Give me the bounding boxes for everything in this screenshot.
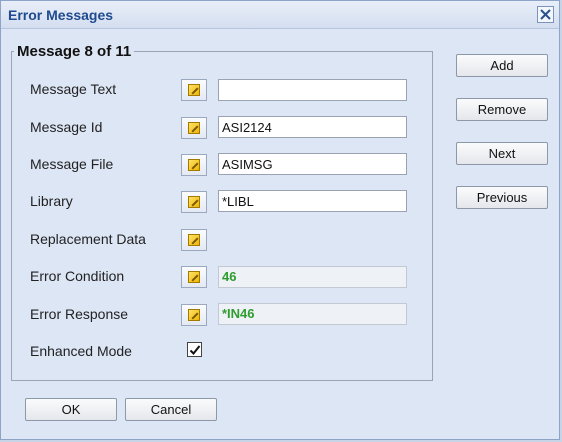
- prompt-icon: [188, 84, 200, 96]
- remove-button[interactable]: Remove: [456, 98, 548, 121]
- prompt-icon: [188, 309, 200, 321]
- error-response-label: Error Response: [30, 306, 129, 322]
- message-text-input[interactable]: [218, 79, 407, 101]
- replacement-data-label: Replacement Data: [30, 231, 146, 247]
- prompt-icon: [188, 271, 200, 283]
- library-input[interactable]: [218, 190, 407, 212]
- error-condition-value: 46: [218, 266, 407, 288]
- close-button[interactable]: [537, 6, 554, 23]
- prompt-icon: [188, 122, 200, 134]
- replacement-data-prompt-button[interactable]: [181, 229, 207, 251]
- message-file-label: Message File: [30, 156, 114, 172]
- error-response-prompt-button[interactable]: [181, 304, 207, 326]
- prompt-icon: [188, 234, 200, 246]
- cancel-button[interactable]: Cancel: [125, 398, 217, 421]
- error-messages-dialog: Error Messages Message 8 of 11 Message T…: [0, 0, 560, 440]
- dialog-title: Error Messages: [8, 7, 114, 23]
- enhanced-mode-checkbox[interactable]: [187, 342, 202, 357]
- message-text-label: Message Text: [30, 81, 117, 97]
- error-response-value: *IN46: [218, 303, 407, 325]
- message-text-prompt-button[interactable]: [181, 79, 207, 101]
- library-label: Library: [30, 193, 73, 209]
- message-file-input[interactable]: [218, 153, 407, 175]
- previous-button[interactable]: Previous: [456, 186, 548, 209]
- title-bar: Error Messages: [1, 1, 559, 29]
- next-button[interactable]: Next: [456, 142, 548, 165]
- prompt-icon: [188, 196, 200, 208]
- message-id-label: Message Id: [30, 119, 103, 135]
- error-condition-prompt-button[interactable]: [181, 266, 207, 288]
- message-file-prompt-button[interactable]: [181, 154, 207, 176]
- checkmark-icon: [189, 344, 200, 355]
- ok-button[interactable]: OK: [25, 398, 117, 421]
- enhanced-mode-label: Enhanced Mode: [30, 343, 132, 359]
- message-id-prompt-button[interactable]: [181, 117, 207, 139]
- error-condition-label: Error Condition: [30, 268, 125, 284]
- add-button[interactable]: Add: [456, 54, 548, 77]
- message-id-input[interactable]: [218, 116, 407, 138]
- message-counter: Message 8 of 11: [17, 43, 132, 60]
- prompt-icon: [188, 159, 200, 171]
- library-prompt-button[interactable]: [181, 191, 207, 213]
- close-icon: [540, 9, 551, 20]
